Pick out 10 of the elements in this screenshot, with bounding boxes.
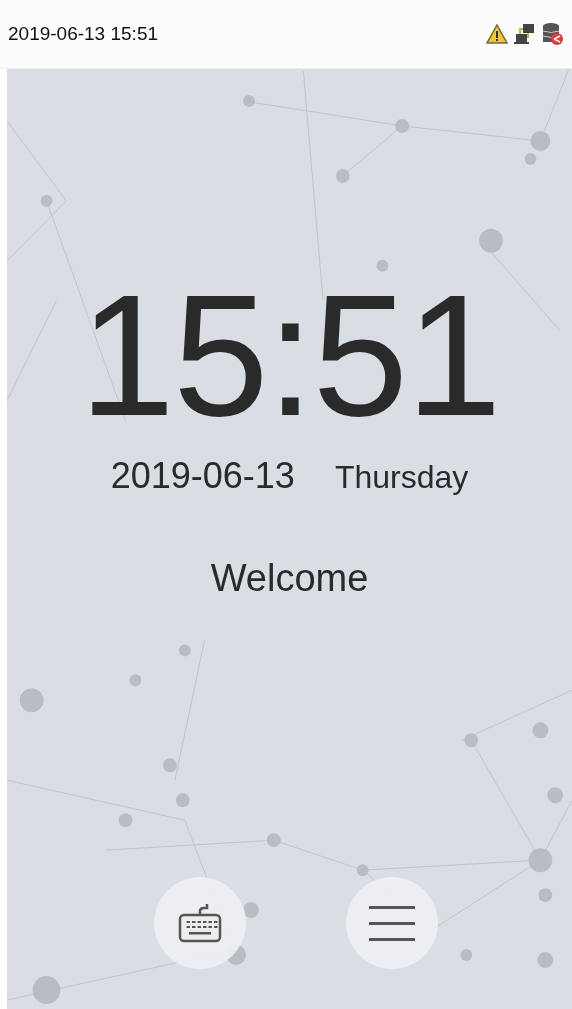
warning-icon xyxy=(486,24,508,44)
menu-icon xyxy=(368,904,415,942)
clock-date: 2019-06-13 xyxy=(110,455,295,497)
database-error-icon xyxy=(542,22,564,46)
welcome-message: Welcome xyxy=(210,557,369,600)
keyboard-icon xyxy=(176,903,223,943)
clock-time: 15:51 xyxy=(79,269,500,441)
status-datetime: 2019-06-13 15:51 xyxy=(8,23,158,45)
network-icon xyxy=(514,23,536,45)
clock-weekday: Thursday xyxy=(334,459,469,496)
